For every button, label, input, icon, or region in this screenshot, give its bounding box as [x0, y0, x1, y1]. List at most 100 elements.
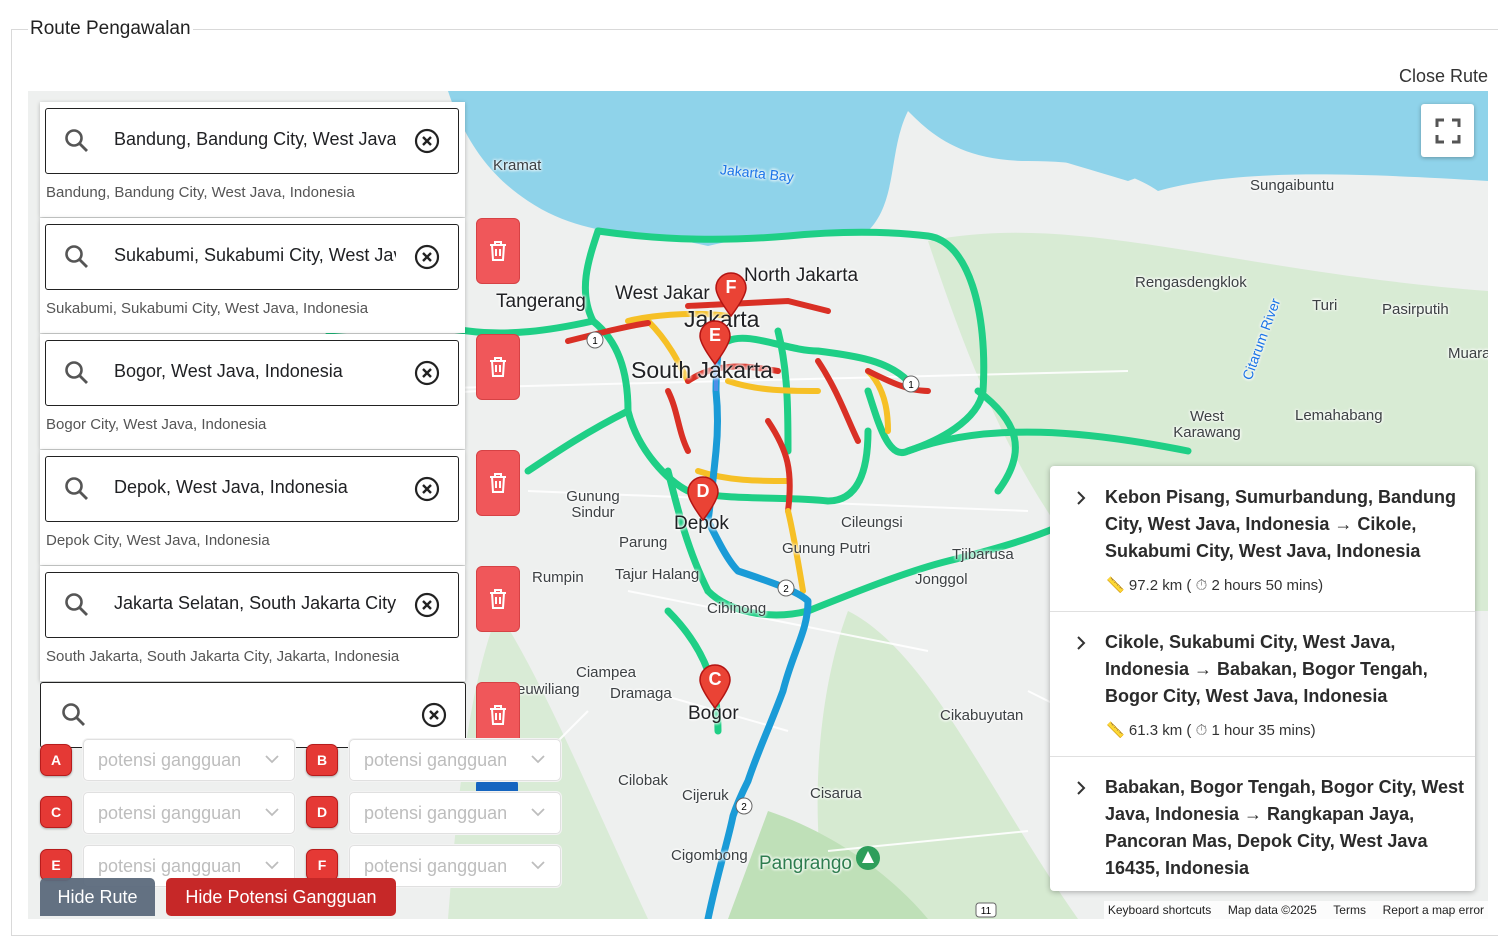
svg-text:2: 2	[741, 802, 747, 813]
place-label: Cigombong	[671, 847, 748, 864]
gangguan-label-a: A	[40, 744, 72, 776]
select-placeholder: potensi gangguan	[364, 750, 508, 770]
clear-icon[interactable]	[421, 702, 447, 728]
hide-rute-button[interactable]: Hide Rute	[40, 878, 155, 916]
waypoint-card: Sukabumi, Sukabumi City, West Java Sukab…	[40, 218, 465, 333]
route-duration: 2 hours 50 mins)	[1211, 577, 1324, 594]
waypoint-card: Bogor, West Java, Indonesia Bogor City, …	[40, 334, 465, 449]
place-label: Cibinong	[707, 600, 767, 617]
chevron-right-icon	[1077, 781, 1086, 795]
gangguan-select-b[interactable]: potensi gangguan	[349, 739, 561, 781]
trash-icon	[490, 241, 506, 261]
place-label: Sungaibuntu	[1250, 177, 1335, 194]
place-label: Pasirputih	[1382, 301, 1449, 318]
select-placeholder: potensi gangguan	[98, 750, 242, 770]
waypoint-value: Jakarta Selatan, South Jakarta City	[114, 593, 396, 613]
clear-icon[interactable]	[414, 476, 440, 502]
route-leg-item[interactable]: Babakan, Bogor Tengah, Bogor City, West …	[1050, 756, 1475, 891]
route-distance: 97.2 km (	[1128, 577, 1192, 594]
chevron-down-icon	[531, 808, 545, 817]
place-label: Turi	[1312, 297, 1338, 314]
route-marker-e[interactable]: E	[698, 319, 732, 365]
clear-icon[interactable]	[414, 360, 440, 386]
fullscreen-button[interactable]	[1421, 104, 1474, 157]
svg-text:1: 1	[908, 380, 914, 391]
gangguan-label-e: E	[40, 849, 72, 881]
place-label: Muara	[1448, 345, 1488, 362]
delete-waypoint-button[interactable]	[476, 566, 520, 632]
trash-icon	[490, 589, 506, 609]
svg-text:11: 11	[981, 906, 992, 917]
waypoint-card: Jakarta Selatan, South Jakarta City Sout…	[40, 566, 465, 681]
chevron-right-icon	[1077, 636, 1086, 650]
close-rute-link[interactable]: Close Rute	[1399, 66, 1488, 87]
waypoint-suggestion[interactable]: Depok City, West Java, Indonesia	[46, 532, 270, 549]
place-label: Rengasdengklok	[1135, 274, 1247, 291]
place-label: Gunung Putri	[782, 540, 871, 557]
waypoint-input[interactable]: Depok, West Java, Indonesia	[45, 456, 459, 522]
chevron-down-icon	[531, 861, 545, 870]
select-placeholder: potensi gangguan	[364, 856, 508, 876]
search-icon	[65, 245, 88, 268]
waypoint-card: Depok, West Java, Indonesia Depok City, …	[40, 450, 465, 565]
place-label: Cikabuyutan	[940, 707, 1024, 724]
waypoint-input[interactable]: Sukabumi, Sukabumi City, West Java	[45, 224, 459, 290]
ruler-icon: 📏	[1106, 722, 1125, 739]
waypoint-card: Bandung, Bandung City, West Java Bandung…	[40, 102, 465, 217]
place-label: North Jakarta	[744, 265, 859, 286]
gangguan-label-f: F	[306, 849, 338, 881]
keyboard-shortcuts-link[interactable]: Keyboard shortcuts	[1108, 903, 1211, 917]
route-marker-d[interactable]: D	[686, 475, 720, 521]
place-label: Tajur Halang	[615, 566, 700, 583]
place-label: Ciampea	[576, 664, 637, 681]
select-placeholder: potensi gangguan	[98, 856, 242, 876]
route-leg-meta: 📏 97.2 km ( ⏱ 2 hours 50 mins)	[1106, 576, 1323, 594]
place-label: West Karawang	[1173, 408, 1241, 441]
svg-text:2: 2	[783, 584, 789, 595]
gangguan-select-a[interactable]: potensi gangguan	[83, 739, 295, 781]
trash-icon	[490, 473, 506, 493]
chevron-down-icon	[265, 808, 279, 817]
gangguan-select-d[interactable]: potensi gangguan	[349, 792, 561, 834]
waypoint-suggestion[interactable]: Bandung, Bandung City, West Java, Indone…	[46, 184, 355, 201]
delete-waypoint-button[interactable]	[476, 334, 520, 400]
place-label: Cilobak	[618, 772, 669, 789]
place-label: Rumpin	[532, 569, 584, 586]
clear-icon[interactable]	[414, 244, 440, 270]
route-marker-c[interactable]: C	[698, 663, 732, 709]
waypoint-suggestion[interactable]: South Jakarta, South Jakarta City, Jakar…	[46, 648, 399, 665]
place-label: Parung	[619, 534, 668, 551]
search-icon	[62, 703, 85, 726]
place-label: Lemahabang	[1295, 407, 1383, 424]
waypoint-input[interactable]: Bandung, Bandung City, West Java	[45, 108, 459, 174]
terms-link[interactable]: Terms	[1333, 903, 1366, 917]
place-label: Kramat	[493, 157, 542, 174]
gangguan-label-b: B	[306, 744, 338, 776]
waypoint-suggestion[interactable]: Bogor City, West Java, Indonesia	[46, 416, 266, 433]
gangguan-label-d: D	[306, 796, 338, 828]
waypoint-input[interactable]: Bogor, West Java, Indonesia	[45, 340, 459, 406]
search-icon	[65, 593, 88, 616]
search-icon	[65, 361, 88, 384]
delete-waypoint-button[interactable]	[476, 450, 520, 516]
chevron-down-icon	[531, 755, 545, 764]
waypoint-input[interactable]: Jakarta Selatan, South Jakarta City	[45, 572, 459, 638]
hide-gangguan-button[interactable]: Hide Potensi Gangguan	[166, 878, 396, 916]
gangguan-select-c[interactable]: potensi gangguan	[83, 792, 295, 834]
route-summary-panel: Kebon Pisang, Sumurbandung, Bandung City…	[1050, 466, 1475, 891]
report-error-link[interactable]: Report a map error	[1383, 903, 1484, 917]
route-leg-item[interactable]: Kebon Pisang, Sumurbandung, Bandung City…	[1050, 466, 1475, 612]
place-label: euwiliang	[517, 681, 580, 698]
search-icon	[65, 477, 88, 500]
waypoint-value: Sukabumi, Sukabumi City, West Java	[114, 245, 396, 265]
route-distance: 61.3 km (	[1128, 722, 1192, 739]
chevron-right-icon	[1077, 491, 1086, 505]
clear-icon[interactable]	[414, 128, 440, 154]
fullscreen-icon	[1435, 118, 1460, 143]
waypoint-suggestion[interactable]: Sukabumi, Sukabumi City, West Java, Indo…	[46, 300, 368, 317]
route-marker-f[interactable]: F	[714, 271, 748, 317]
route-leg-item[interactable]: Cikole, Sukabumi City, West Java, Indone…	[1050, 611, 1475, 757]
clear-icon[interactable]	[414, 592, 440, 618]
delete-waypoint-button[interactable]	[476, 218, 520, 284]
chevron-down-icon	[265, 861, 279, 870]
